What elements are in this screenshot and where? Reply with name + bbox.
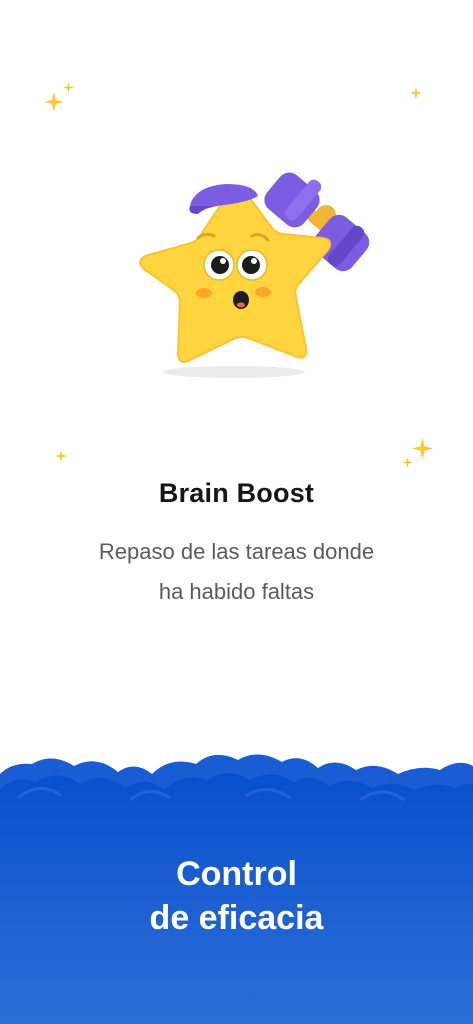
sparkle-icon — [410, 87, 422, 99]
feature-description-line-1: Repaso de las tareas donde — [98, 539, 375, 564]
banner-heading-line-2: de eficacia — [149, 899, 324, 937]
sparkle-icon — [44, 92, 64, 112]
star-mascot-illustration — [139, 172, 370, 378]
sparkle-icon — [402, 457, 413, 468]
cloud-banner: Control de eficacia — [0, 740, 473, 1024]
banner-heading: Control de eficacia — [0, 852, 473, 940]
feature-title: Brain Boost — [158, 478, 315, 508]
sparkle-icon — [63, 82, 74, 93]
mascot-shadow — [163, 366, 305, 378]
feature-description: Repaso de las tareas donde ha habido fal… — [40, 532, 433, 612]
sparkle-icon — [412, 438, 433, 459]
banner-heading-line-1: Control — [176, 855, 297, 893]
onboarding-screen: Brain Boost Repaso de las tareas donde h… — [0, 0, 473, 1024]
feature-description-line-2: ha habido faltas — [158, 579, 315, 604]
sparkle-icon — [55, 450, 67, 462]
